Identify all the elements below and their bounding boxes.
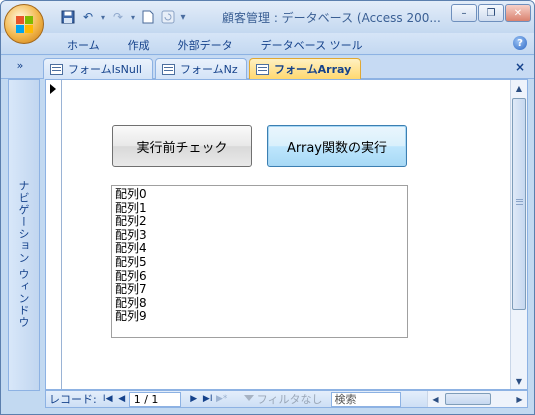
doc-tab-array[interactable]: フォームArray [249,58,361,79]
ribbon: ホーム 作成 外部データ データベース ツール ? [1,33,534,55]
record-selector[interactable] [46,80,62,389]
tab-home[interactable]: ホーム [67,37,114,53]
list-item[interactable]: 配列5 [115,255,404,270]
tab-external-data[interactable]: 外部データ [178,37,247,53]
access-window: ↶ ▾ ↷ ▾ ▾ 顧客管理 : データベース (Access 200... –… [0,0,535,415]
form-icon [162,63,175,75]
record-label: レコード: [49,393,97,406]
list-item[interactable]: 配列0 [115,187,404,202]
scroll-down-icon[interactable]: ▼ [511,373,527,389]
title-bar: ↶ ▾ ↷ ▾ ▾ 顧客管理 : データベース (Access 200... –… [1,1,534,33]
doc-tab-label: フォームArray [274,63,352,76]
redo-dropdown-icon[interactable]: ▾ [129,8,137,26]
office-logo-icon [16,16,34,34]
scroll-up-icon[interactable]: ▲ [511,80,527,96]
nav-pane-toggle-icon[interactable]: » [10,59,30,75]
window-title: 顧客管理 : データベース (Access 200... [222,11,441,25]
tab-create[interactable]: 作成 [128,37,164,53]
ribbon-tabs: ホーム 作成 外部データ データベース ツール [67,37,391,53]
doc-tab-nz[interactable]: フォームNz [155,58,247,79]
close-button[interactable]: ✕ [505,4,531,22]
vertical-scroll-thumb[interactable] [512,98,526,310]
search-input[interactable]: 検索 [330,391,401,407]
pre-check-button[interactable]: 実行前チェック [112,125,252,167]
close-document-icon[interactable]: × [515,60,525,74]
filter-label: フィルタなし [256,393,323,406]
grip-icon [516,199,523,205]
form-icon [256,63,269,75]
list-item[interactable]: 配列6 [115,269,404,284]
undo-icon[interactable]: ↶ [79,8,97,26]
first-record-icon[interactable]: I◀ [101,394,115,404]
navigation-pane[interactable]: ナビゲーション ウィンドウ [8,79,40,391]
document-tab-strip: » フォームIsNull フォームNz フォームArray × [1,56,534,79]
last-record-icon[interactable]: ▶I [201,394,215,404]
office-button[interactable] [4,4,44,44]
scroll-left-icon[interactable]: ◀ [428,391,443,407]
doc-tab-label: フォームIsNull [68,63,142,76]
quick-access-toolbar: ↶ ▾ ↷ ▾ ▾ [59,7,187,27]
filter-icon [243,394,255,404]
help-icon[interactable]: ? [513,36,527,50]
vertical-scrollbar[interactable]: ▲ ▼ [510,80,527,389]
record-number-input[interactable]: 1 / 1 [128,391,181,407]
list-item[interactable]: 配列3 [115,228,404,243]
list-item[interactable]: 配列9 [115,310,404,324]
doc-tab-isnull[interactable]: フォームIsNull [43,58,153,79]
array-listbox[interactable]: 配列0 配列1 配列2 配列3 配列4 配列5 配列6 配列7 配列8 配列9 [111,185,408,338]
minimize-button[interactable]: – [451,4,477,22]
run-array-button[interactable]: Array関数の実行 [267,125,407,167]
tab-database-tools[interactable]: データベース ツール [261,37,377,53]
horizontal-scrollbar[interactable]: ◀ ▶ [427,391,527,407]
new-icon[interactable] [139,8,157,26]
navigation-pane-label: ナビゲーション ウィンドウ [17,180,30,329]
record-navigation-bar: レコード: I◀ ◀ 1 / 1 ▶ ▶I ▶* フィルタなし 検索 ◀ ▶ [45,390,528,408]
doc-tab-label: フォームNz [180,63,238,76]
scroll-right-icon[interactable]: ▶ [512,391,527,407]
save-icon[interactable] [59,8,77,26]
next-record-icon[interactable]: ▶ [187,394,201,404]
customize-qat-icon[interactable]: ▾ [179,8,187,26]
previous-record-icon[interactable]: ◀ [115,394,129,404]
undo-dropdown-icon[interactable]: ▾ [99,8,107,26]
list-item[interactable]: 配列1 [115,201,404,216]
new-record-icon[interactable]: ▶* [215,394,229,404]
list-item[interactable]: 配列2 [115,215,404,229]
form-array: 実行前チェック Array関数の実行 配列0 配列1 配列2 配列3 配列4 配… [45,79,528,390]
form-icon [50,63,63,75]
list-item[interactable]: 配列8 [115,296,404,311]
restore-button[interactable]: ❐ [478,4,504,22]
list-item[interactable]: 配列4 [115,242,404,256]
current-record-icon [50,84,56,94]
redo-icon[interactable]: ↷ [109,8,127,26]
window-controls: – ❐ ✕ [451,4,531,22]
list-item[interactable]: 配列7 [115,283,404,297]
refresh-icon[interactable] [159,8,177,26]
filter-status[interactable]: フィルタなし [243,391,323,407]
horizontal-scroll-thumb[interactable] [445,393,491,405]
